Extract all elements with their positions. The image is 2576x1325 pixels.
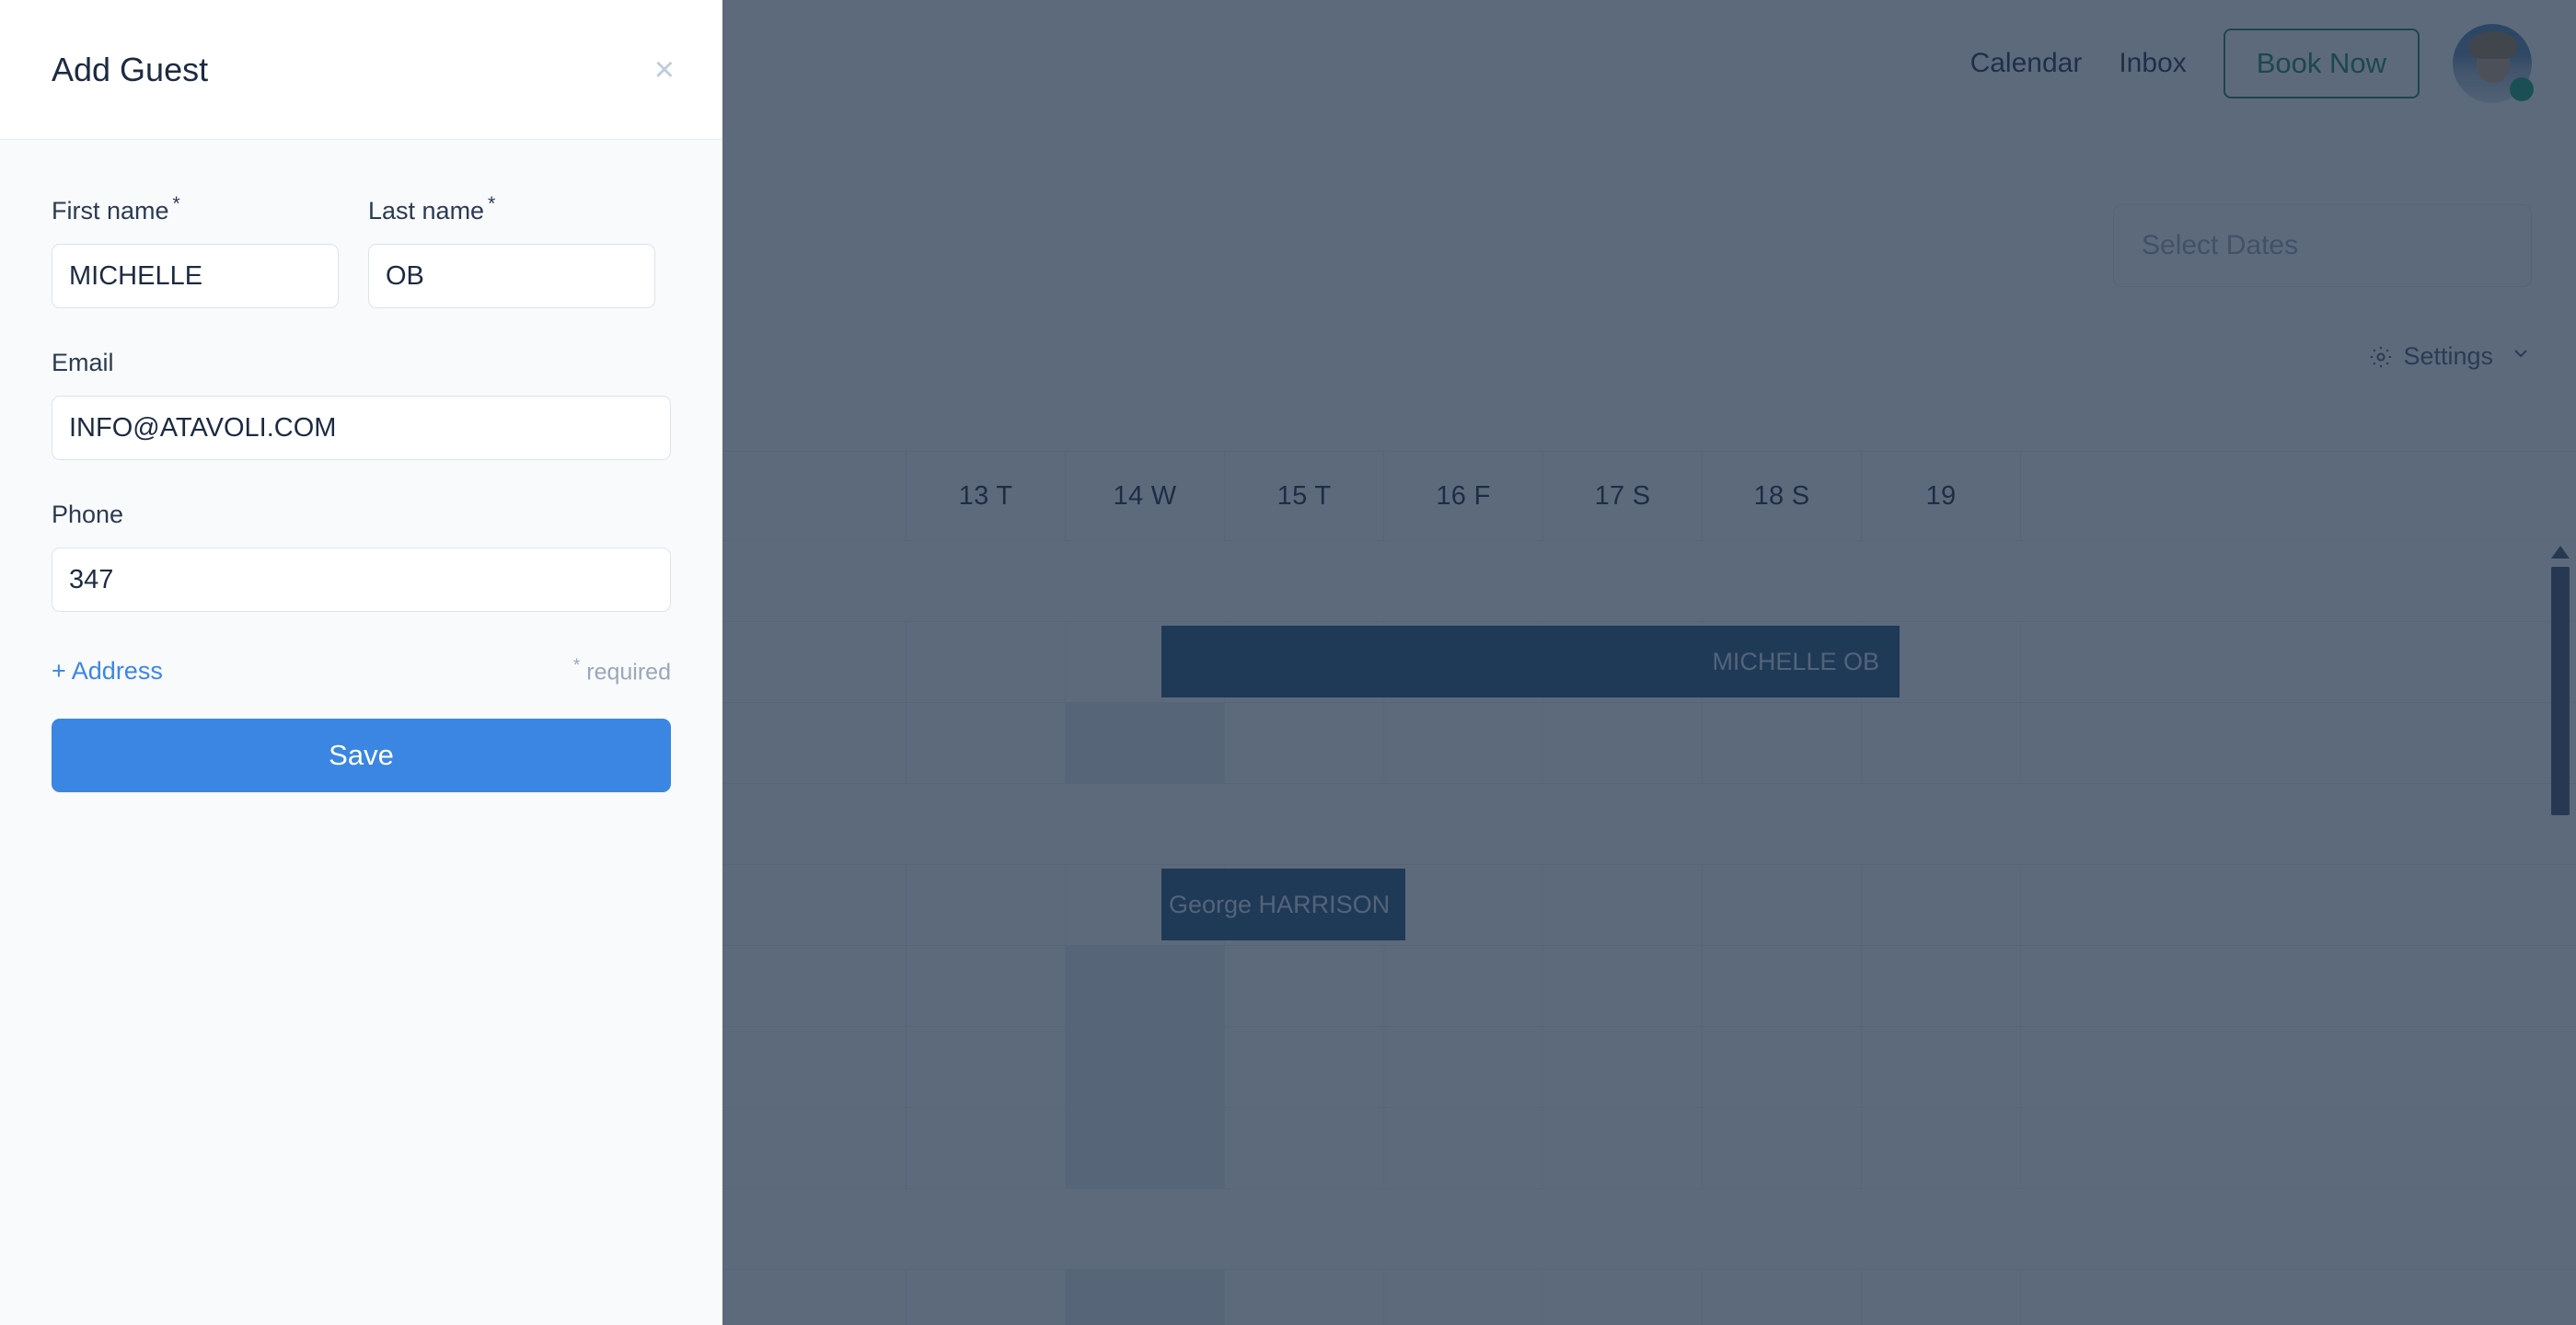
first-name-group: First name * (52, 193, 339, 308)
app-root: Calendar Inbox Book Now Select Dates Set… (0, 0, 2576, 1325)
required-note-text: required (586, 659, 671, 686)
required-note: * required (573, 656, 671, 686)
required-note-star: * (572, 656, 581, 675)
modal-body: First name* Last name* Email Phone + Add… (0, 140, 722, 1325)
phone-label: Phone (52, 501, 124, 528)
email-field[interactable] (52, 396, 671, 460)
first-name-input[interactable] (52, 244, 339, 308)
last-name-group: Last name * (368, 193, 655, 308)
first-name-label: First name * (52, 193, 339, 225)
last-name-input[interactable] (368, 244, 655, 308)
phone-group: Phone (52, 501, 671, 612)
last-name-label: Last name * (368, 193, 655, 225)
required-marker: * (488, 193, 496, 214)
first-name-label-text: First name (52, 197, 169, 225)
add-guest-modal: Add Guest × First name* Last name* Email… (0, 0, 722, 1325)
phone-field[interactable] (52, 547, 671, 612)
page-title: Add Guest (52, 50, 209, 88)
email-group: Email (52, 349, 671, 460)
email-label: Email (52, 349, 114, 376)
close-icon[interactable]: × (654, 52, 675, 87)
required-marker: * (172, 193, 180, 214)
name-fields-row: First name* Last name* (52, 193, 671, 308)
last-name-label-text: Last name (368, 197, 485, 225)
address-and-required-row: + Address * required (52, 656, 671, 686)
save-button[interactable]: Save (52, 719, 671, 793)
add-address-link[interactable]: + Address (52, 657, 163, 686)
modal-header: Add Guest × (0, 0, 722, 140)
